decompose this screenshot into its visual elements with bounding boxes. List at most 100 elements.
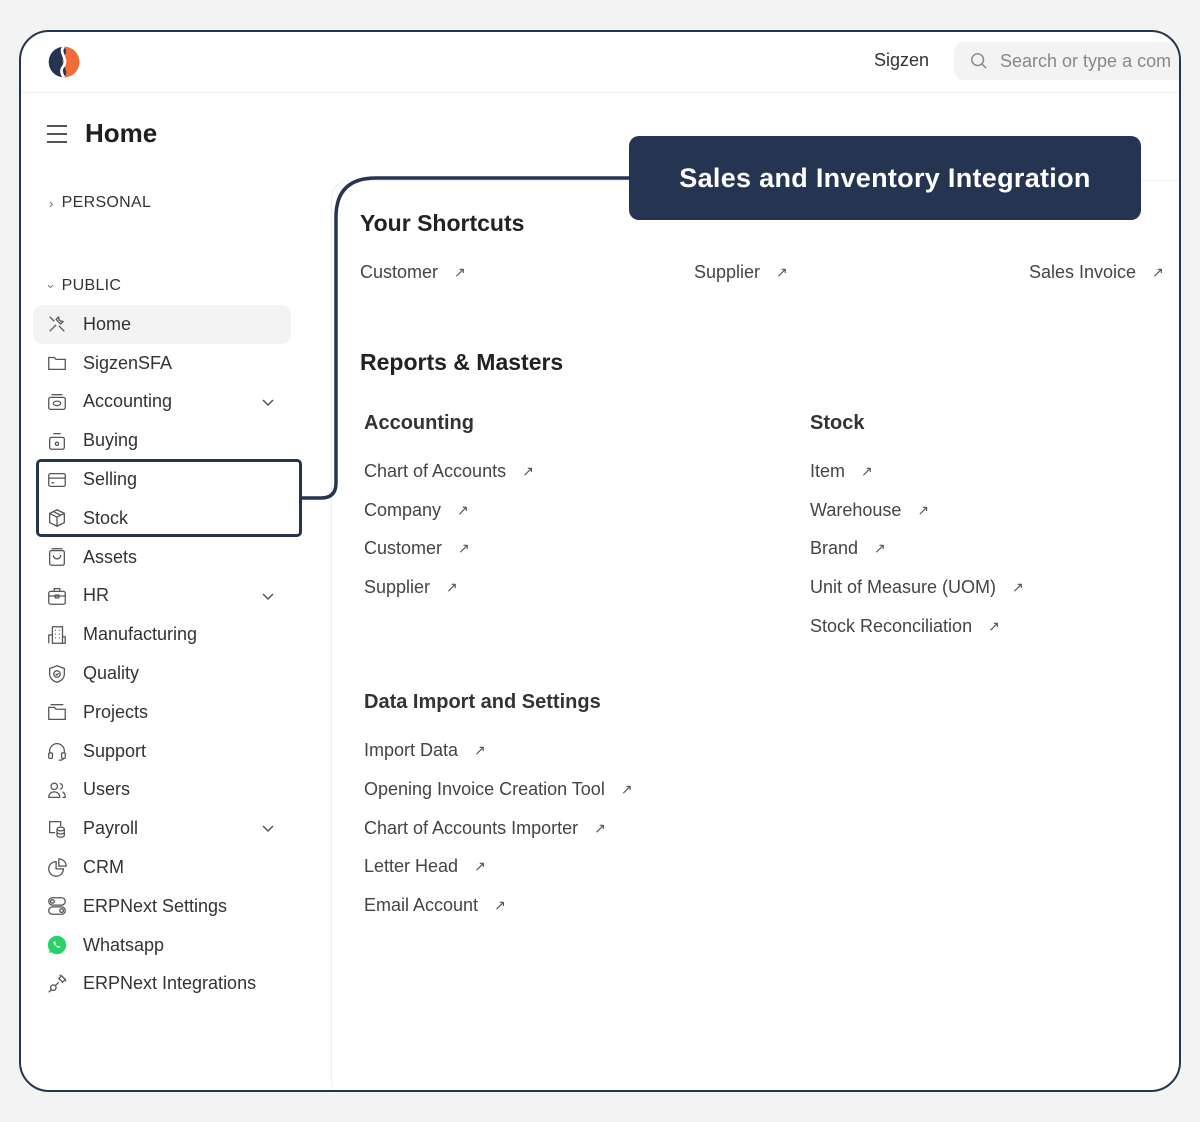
link-chart-of-accounts[interactable]: Chart of Accounts ↗ (364, 461, 534, 482)
sidebar-item-manufacturing[interactable]: Manufacturing (33, 615, 291, 654)
sidebar-item-erpnext-settings[interactable]: ERPNext Settings (33, 887, 291, 926)
sidebar-item-label: HR (83, 585, 109, 606)
chevron-down-icon[interactable] (259, 393, 277, 411)
link-uom[interactable]: Unit of Measure (UOM) ↗ (810, 577, 1024, 598)
shortcut-customer[interactable]: Customer ↗ (360, 262, 466, 283)
sidebar-item-label: Assets (83, 546, 138, 567)
link-opening-invoice-tool[interactable]: Opening Invoice Creation Tool ↗ (364, 779, 633, 800)
sidebar-item-support[interactable]: Support (33, 732, 291, 771)
link-label: Chart of Accounts (364, 461, 507, 481)
sidebar-item-label: CRM (83, 857, 124, 878)
sidebar-item-quality[interactable]: Quality (33, 654, 291, 693)
link-email-account[interactable]: Email Account ↗ (364, 895, 506, 916)
link-letter-head[interactable]: Letter Head ↗ (364, 856, 486, 877)
plug-icon (48, 974, 67, 993)
external-link-icon: ↗ (874, 540, 886, 556)
personal-section-toggle[interactable]: › PERSONAL (49, 194, 151, 212)
sidebar-item-label: Buying (83, 430, 139, 451)
public-section-label: PUBLIC (61, 277, 122, 294)
card-title-accounting: Accounting (364, 412, 474, 434)
briefcase-icon (48, 587, 66, 605)
payroll-icon (49, 820, 65, 838)
external-link-icon: ↗ (1012, 579, 1024, 595)
sidebar-item-label: Home (83, 313, 132, 334)
personal-section-label: PERSONAL (61, 194, 152, 211)
external-link-icon: ↗ (917, 502, 930, 518)
sidebar-item-label: Quality (83, 663, 140, 684)
workspace-content (331, 180, 1179, 1090)
sidebar-item-buying[interactable]: Buying (33, 421, 291, 460)
selling-stock-highlight (36, 459, 302, 537)
pie-chart-icon (48, 857, 67, 877)
shortcut-label: Customer (360, 262, 439, 282)
folder-icon (48, 357, 66, 371)
chevron-right-icon: › (49, 195, 54, 211)
tools-icon (49, 316, 65, 333)
search-bar[interactable]: Search or type a com (954, 42, 1179, 80)
link-label: Item (810, 461, 846, 481)
top-navbar: Sigzen Search or type a com (21, 32, 1179, 93)
shortcut-sales-invoice[interactable]: Sales Invoice ↗ (1029, 262, 1164, 283)
external-link-icon: ↗ (457, 502, 469, 518)
external-link-icon: ↗ (458, 540, 470, 556)
external-link-icon: ↗ (620, 781, 633, 797)
shortcuts-title: Your Shortcuts (360, 210, 525, 236)
headset-icon (48, 743, 66, 761)
link-company[interactable]: Company ↗ (364, 500, 469, 521)
link-import-data[interactable]: Import Data ↗ (364, 740, 486, 761)
link-label: Customer (364, 538, 443, 558)
external-link-icon: ↗ (494, 897, 506, 913)
chevron-down-icon[interactable] (259, 587, 277, 605)
external-link-icon: ↗ (522, 463, 534, 479)
link-coa-importer[interactable]: Chart of Accounts Importer ↗ (364, 818, 606, 839)
building-icon (48, 625, 66, 644)
shortcut-supplier[interactable]: Supplier ↗ (694, 262, 788, 283)
card-title-stock: Stock (810, 412, 865, 434)
whatsapp-icon (47, 935, 67, 955)
sidebar-item-erpnext-integrations[interactable]: ERPNext Integrations (33, 965, 291, 1004)
sidebar-item-projects[interactable]: Projects (33, 693, 291, 732)
hamburger-menu-icon[interactable] (47, 124, 67, 143)
sidebar-item-sigzensfa[interactable]: SigzenSFA (33, 344, 291, 383)
org-name[interactable]: Sigzen (874, 50, 929, 71)
public-section-toggle[interactable]: › PUBLIC (44, 277, 122, 295)
app-logo[interactable] (45, 44, 83, 80)
link-label: Unit of Measure (UOM) (810, 577, 997, 597)
annotation-callout: Sales and Inventory Integration (629, 136, 1141, 220)
sidebar-item-label: Manufacturing (83, 624, 198, 645)
shortcut-label: Supplier (694, 262, 761, 282)
sidebar-item-payroll[interactable]: Payroll (33, 809, 291, 848)
users-icon (48, 782, 66, 798)
sidebar-item-accounting[interactable]: Accounting (33, 383, 291, 422)
link-customer[interactable]: Customer ↗ (364, 538, 470, 559)
link-warehouse[interactable]: Warehouse ↗ (810, 500, 929, 521)
external-link-icon: ↗ (474, 742, 486, 758)
external-link-icon: ↗ (474, 858, 486, 874)
sidebar-item-assets[interactable]: Assets (33, 538, 291, 577)
assets-icon (49, 548, 65, 567)
money-icon (48, 394, 66, 410)
sidebar-item-whatsapp[interactable]: Whatsapp (33, 926, 291, 965)
sidebar-item-crm[interactable]: CRM (33, 848, 291, 887)
link-brand[interactable]: Brand ↗ (810, 538, 886, 559)
external-link-icon: ↗ (988, 618, 1000, 634)
external-link-icon: ↗ (446, 579, 458, 595)
chevron-down-icon[interactable] (259, 819, 277, 837)
sidebar-item-home[interactable]: Home (33, 305, 291, 344)
link-label: Opening Invoice Creation Tool (364, 779, 605, 799)
search-input[interactable]: Search or type a com (1000, 51, 1171, 72)
sidebar-item-hr[interactable]: HR (33, 577, 291, 616)
sidebar-item-label: Users (83, 779, 131, 800)
sidebar: Home SigzenSFA Accounting Buying Selling… (33, 305, 291, 1003)
chevron-down-icon: › (43, 283, 59, 289)
app-window: Sigzen Search or type a com Home › PERSO… (19, 30, 1181, 1092)
link-item[interactable]: Item ↗ (810, 461, 873, 482)
link-stock-reconciliation[interactable]: Stock Reconciliation ↗ (810, 616, 1000, 637)
shortcut-label: Sales Invoice (1029, 262, 1137, 282)
link-label: Stock Reconciliation (810, 616, 973, 636)
external-link-icon: ↗ (776, 264, 788, 280)
page-title: Home (85, 118, 158, 148)
sidebar-item-label: Payroll (83, 818, 139, 839)
link-supplier[interactable]: Supplier ↗ (364, 577, 458, 598)
sidebar-item-users[interactable]: Users (33, 771, 291, 810)
